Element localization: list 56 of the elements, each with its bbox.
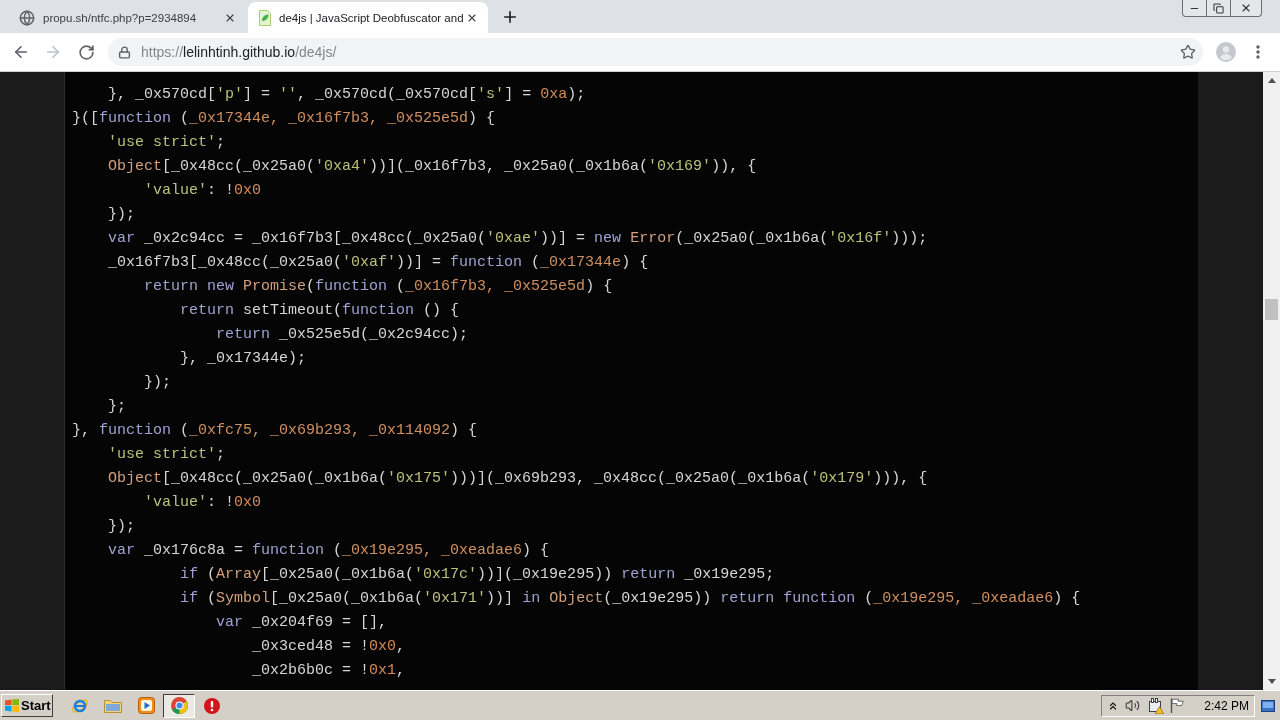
code-line: }, function (_0xfc75, _0x69b293, _0x114092) { [72, 421, 478, 441]
close-icon [1240, 2, 1252, 14]
folder-icon [104, 698, 122, 713]
network-button[interactable] [1146, 695, 1167, 716]
code-line: _0x3ced48 = !0x0, [252, 637, 406, 657]
code-line: var _0x2c94cc = _0x16f7b3[_0x48cc(_0x25a0('0xae'))] = new Error(_0x25a0(_0x1b6a('0x16f'))); [108, 229, 928, 249]
code-line: if (Symbol[_0x25a0(_0x1b6a('0x171'))] in Object(_0x19e295)) return function (_0x19e295, _0xeadae6) { [180, 589, 1081, 609]
code-line: return setTimeout(function () { [180, 301, 460, 321]
code-line: var _0x204f69 = [], [216, 613, 388, 633]
browser-tab[interactable]: propu.sh/ntfc.php?p=2934894 [8, 2, 248, 33]
speaker-icon [1124, 698, 1140, 713]
code-line: }([function (_0x17344e, _0x16f7b3, _0x525e5d) { [72, 109, 496, 129]
lock-icon [118, 45, 131, 59]
code-line: }, _0x570cd['p'] = '', _0x570cd(_0x570cd['s'] = 0xa); [108, 85, 586, 105]
code-line: }, _0x17344e); [180, 349, 307, 369]
code-line: }; [108, 397, 126, 417]
code-line: if (Array[_0x25a0(_0x1b6a('0x17c'))](_0x19e295)) return _0x19e295; [180, 565, 775, 585]
code-line: Object[_0x48cc(_0x25a0(_0x1b6a('0x175')))](_0x69b293, _0x48cc(_0x25a0(_0x1b6a('0x179'))), { [108, 469, 928, 489]
desktop-icon [1261, 699, 1275, 712]
reload-icon [77, 43, 95, 61]
code-line: }); [108, 517, 135, 537]
code-line: }); [144, 373, 171, 393]
alert-icon [204, 697, 220, 714]
scrollbar-thumb[interactable] [1265, 299, 1278, 320]
code-line: _0x16f7b3[_0x48cc(_0x25a0('0xaf'))] = function (_0x17344e) { [108, 253, 649, 273]
code-line: _0x2b6b0c = !0x1, [252, 661, 406, 681]
taskbar-app-button[interactable] [163, 693, 195, 718]
restore-icon [1213, 2, 1224, 14]
code-line: 'value': !0x0 [144, 493, 262, 513]
code-line: Object[_0x48cc(_0x25a0('0xa4'))](_0x16f7b3, _0x25a0(_0x1b6a('0x169')), { [108, 157, 757, 177]
globe-icon [19, 9, 35, 26]
avatar-icon [1216, 42, 1236, 62]
browser-icon [170, 697, 188, 714]
scrollbar[interactable] [1263, 72, 1280, 690]
code-line: var _0x176c8a = function (_0x19e295, _0xeadae6) { [108, 541, 550, 561]
code-line: 'use strict'; [108, 445, 226, 465]
play-icon [137, 697, 155, 714]
page-icon [259, 9, 271, 26]
menu-icon [1256, 45, 1260, 59]
url-text: https://lelinhtinh.github.io/de4js/ [141, 43, 337, 62]
code-line: return new Promise(function (_0x16f7b3, _0x525e5d) { [144, 277, 613, 297]
code-line: return _0x525e5d(_0x2c94cc); [216, 325, 469, 345]
code-line: }); [108, 205, 135, 225]
scroll-down-icon [1267, 679, 1276, 684]
browser-tab[interactable]: de4js | JavaScript Deobfuscator and [248, 2, 488, 33]
swoosh-browser-icon [71, 696, 89, 715]
network-warning-icon [1148, 697, 1164, 714]
plus-icon [501, 8, 519, 26]
windows-flag-icon [5, 699, 19, 712]
address-bar[interactable]: https://lelinhtinh.github.io/de4js/ [108, 38, 1203, 66]
code-line: 'use strict'; [108, 133, 226, 153]
code-line: 'value': !0x0 [144, 181, 262, 201]
scroll-up-icon [1267, 78, 1276, 83]
start-button[interactable]: Start [1, 694, 53, 717]
flag-icon [1170, 698, 1185, 713]
clock-text[interactable]: 2:42 PM [1204, 696, 1249, 715]
